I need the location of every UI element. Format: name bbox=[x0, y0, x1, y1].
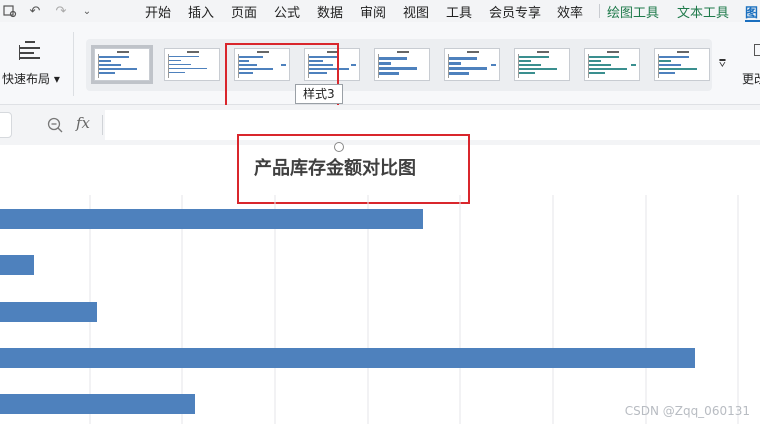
chart-style-2[interactable] bbox=[164, 48, 220, 81]
formula-divider bbox=[102, 115, 103, 135]
change-chart-icon[interactable] bbox=[754, 44, 760, 56]
title-highlight-box bbox=[237, 134, 470, 204]
redo-icon[interactable]: ↷ bbox=[52, 0, 70, 22]
tab-home[interactable]: 开始 bbox=[145, 2, 171, 21]
chart-style-6[interactable] bbox=[444, 48, 500, 81]
bar-chart-plot[interactable] bbox=[0, 195, 760, 424]
watermark: CSDN @Zqq_060131 bbox=[624, 404, 750, 418]
bar-4[interactable] bbox=[0, 348, 695, 368]
chart-style-1[interactable] bbox=[91, 45, 153, 84]
menu-bar: ↶ ↷ ⌄ 开始 插入 页面 公式 数据 审阅 视图 工具 会员专享 效率 绘图… bbox=[0, 0, 760, 22]
chart-style-7[interactable] bbox=[514, 48, 570, 81]
tab-tools[interactable]: 工具 bbox=[446, 2, 472, 21]
tab-data[interactable]: 数据 bbox=[317, 2, 343, 21]
tab-text-tools[interactable]: 文本工具 bbox=[677, 2, 729, 21]
zoom-icon[interactable] bbox=[46, 116, 64, 134]
tab-drawing-tools[interactable]: 绘图工具 bbox=[607, 2, 659, 21]
change-chart-label[interactable]: 更改 bbox=[742, 70, 760, 87]
name-box[interactable] bbox=[0, 112, 12, 138]
tab-view[interactable]: 视图 bbox=[403, 2, 429, 21]
tab-page[interactable]: 页面 bbox=[231, 2, 257, 21]
bar-2[interactable] bbox=[0, 255, 34, 275]
print-preview-icon[interactable] bbox=[0, 0, 20, 22]
tab-formula[interactable]: 公式 bbox=[274, 2, 300, 21]
chart-style-9[interactable] bbox=[654, 48, 710, 81]
bar-3[interactable] bbox=[0, 302, 97, 322]
tab-review[interactable]: 审阅 bbox=[360, 2, 386, 21]
gallery-more-icon[interactable]: ⩢ bbox=[719, 57, 726, 71]
style-tooltip: 样式3 bbox=[295, 84, 343, 104]
chevron-down-icon[interactable]: ⌄ bbox=[78, 0, 96, 22]
chart-style-5[interactable] bbox=[374, 48, 430, 81]
quick-layout-label: 快速布局 ▾ bbox=[2, 72, 60, 86]
tab-efficiency[interactable]: 效率 bbox=[557, 2, 583, 21]
ribbon: 快速布局 ▾ ⩢ 更 bbox=[0, 22, 760, 105]
chart-style-gallery bbox=[86, 39, 712, 91]
tab-member[interactable]: 会员专享 bbox=[489, 2, 541, 21]
fx-icon[interactable]: fx bbox=[76, 114, 90, 132]
tab-chart-tools[interactable]: 图 bbox=[745, 2, 758, 21]
tab-insert[interactable]: 插入 bbox=[188, 2, 214, 21]
chart-style-8[interactable] bbox=[584, 48, 640, 81]
quick-layout-icon bbox=[19, 41, 40, 60]
ribbon-divider bbox=[73, 32, 74, 96]
bar-1[interactable] bbox=[0, 209, 423, 229]
bar-5[interactable] bbox=[0, 394, 195, 414]
menu-divider bbox=[599, 4, 600, 18]
undo-icon[interactable]: ↶ bbox=[26, 0, 44, 22]
